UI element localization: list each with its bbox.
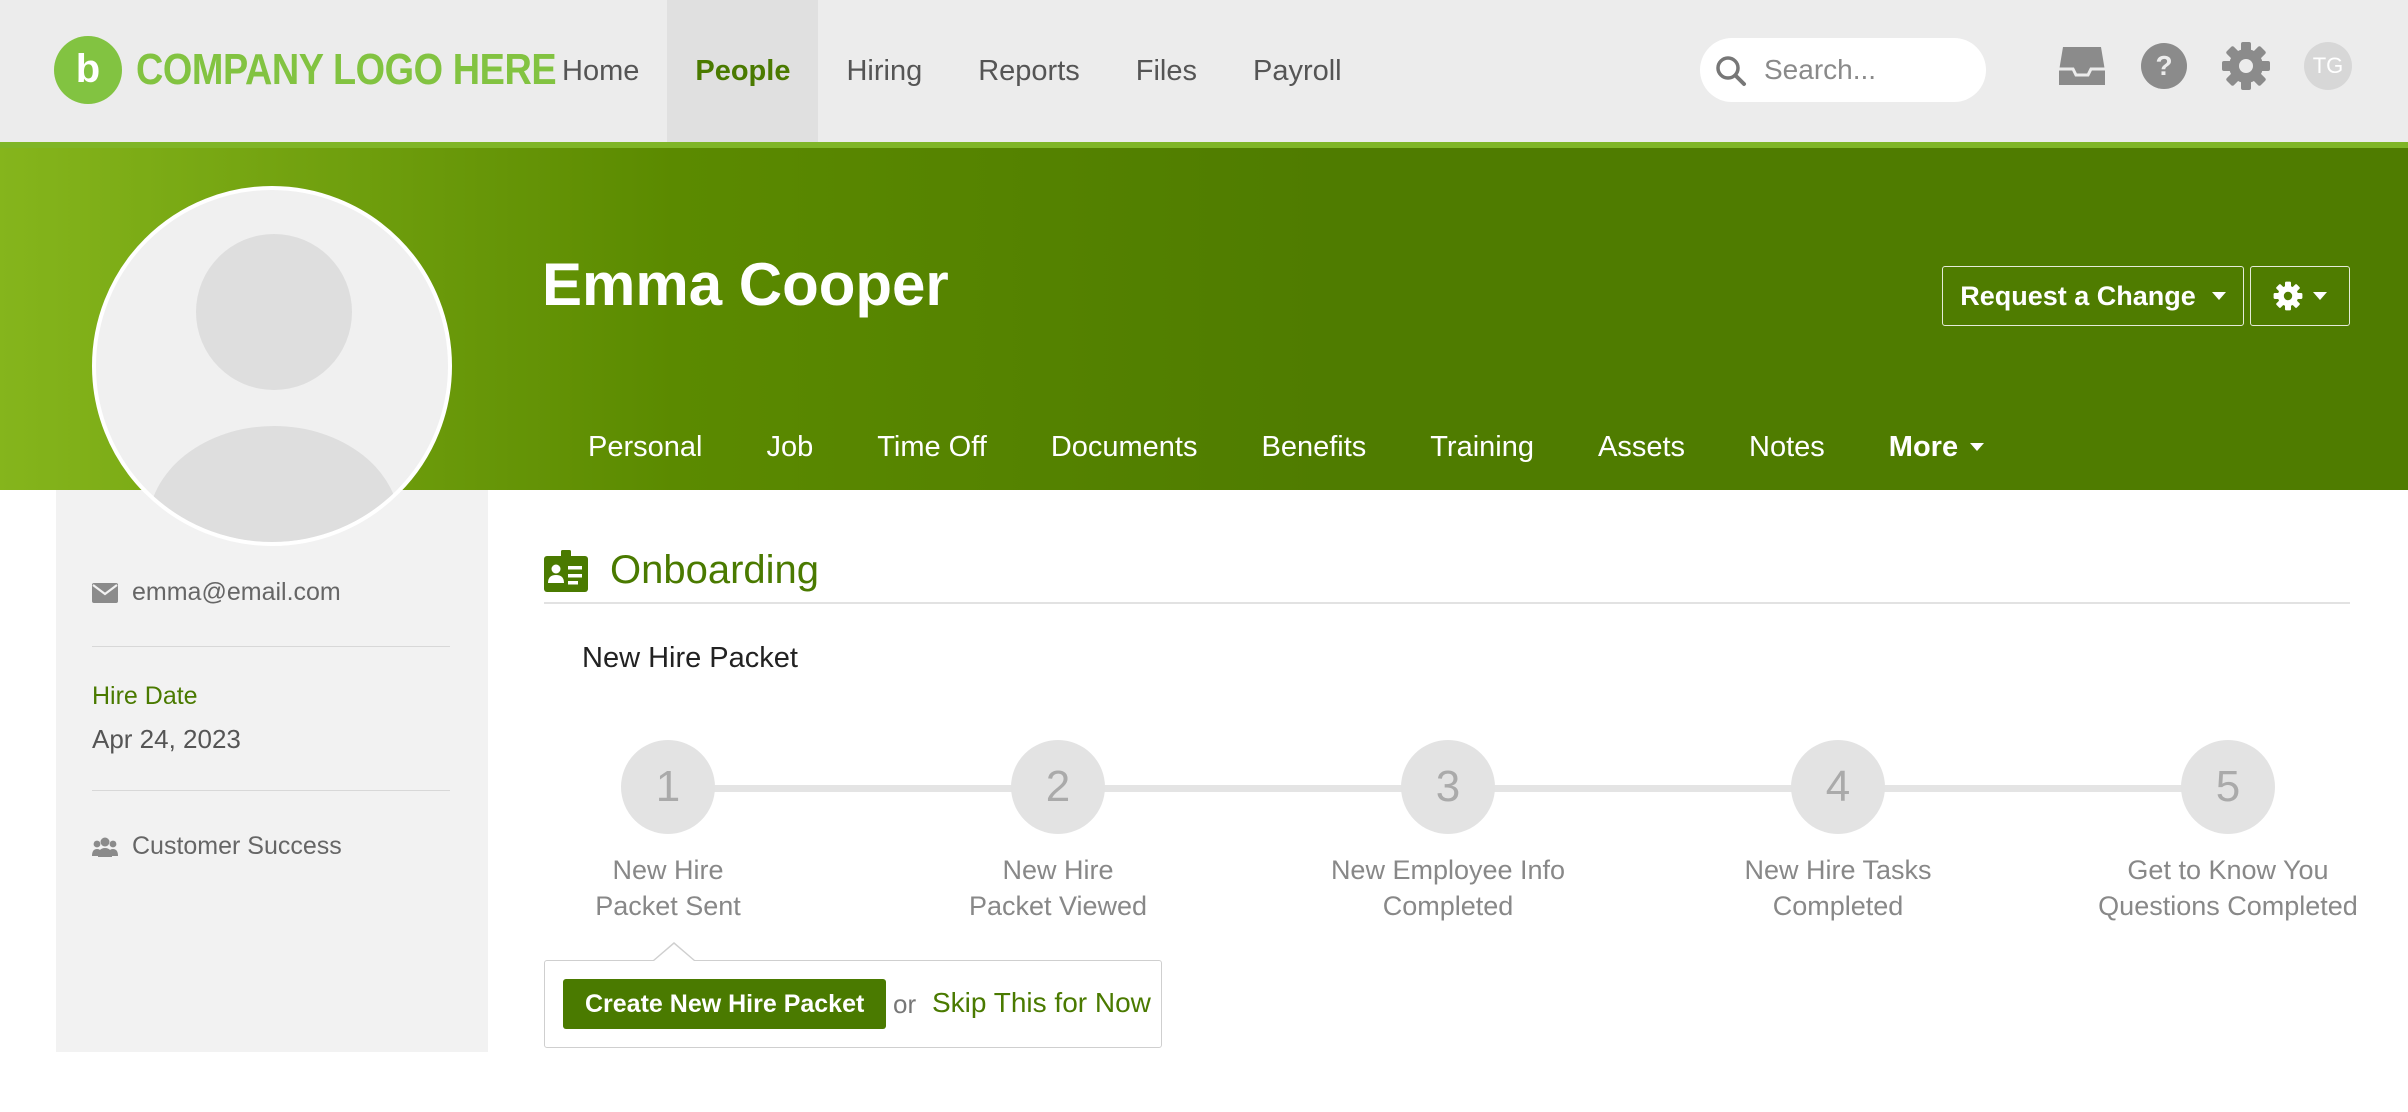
inbox-icon[interactable]	[2056, 40, 2108, 92]
step-3-label: New Employee Info Completed	[1308, 852, 1588, 924]
tab-more[interactable]: More	[1857, 420, 2016, 474]
logo-mark-glyph: b	[75, 47, 101, 91]
employee-photo-placeholder[interactable]	[92, 186, 452, 546]
step-5-label-line2: Questions Completed	[2098, 891, 2358, 921]
nav-home[interactable]: Home	[534, 0, 667, 142]
profile-tabs: Personal Job Time Off Documents Benefits…	[556, 420, 2016, 474]
department-row: Customer Success	[92, 832, 342, 861]
settings-gear-icon[interactable]	[2220, 40, 2272, 92]
id-badge-icon	[544, 549, 588, 592]
step-5-label-line1: Get to Know You	[2127, 855, 2329, 885]
step-1-label: New Hire Packet Sent	[528, 852, 808, 924]
sidebar-divider	[92, 790, 450, 791]
request-change-label: Request a Change	[1960, 280, 2196, 311]
tab-documents[interactable]: Documents	[1019, 420, 1230, 474]
step-4-label-line2: Completed	[1772, 891, 1904, 921]
or-text: or	[893, 989, 917, 1019]
tab-notes[interactable]: Notes	[1717, 420, 1857, 474]
svg-text:?: ?	[2155, 50, 2172, 81]
new-hire-packet-popover: Create New Hire Packet or Skip This for …	[544, 960, 1162, 1048]
step-3-label-line1: New Employee Info	[1330, 855, 1566, 885]
chevron-down-icon	[2313, 292, 2327, 300]
avatar-head-shape	[196, 234, 352, 390]
employee-sidebar: emma@email.com Hire Date Apr 24, 2023 Cu…	[56, 490, 488, 1052]
top-navigation-bar: b COMPANY LOGO HERE Home People Hiring R…	[0, 0, 2408, 142]
create-new-hire-packet-button[interactable]: Create New Hire Packet	[563, 979, 887, 1029]
nav-hiring[interactable]: Hiring	[818, 0, 950, 142]
profile-settings-button[interactable]	[2250, 266, 2350, 326]
step-1-circle: 1	[621, 740, 715, 834]
search-input[interactable]	[1762, 50, 1972, 90]
step-connector	[1494, 785, 1792, 792]
envelope-icon	[92, 582, 118, 603]
tab-more-label: More	[1888, 431, 1959, 463]
tab-job[interactable]: Job	[734, 420, 845, 474]
employee-email[interactable]: emma@email.com	[132, 578, 341, 607]
step-4-circle: 4	[1791, 740, 1885, 834]
step-4-label-line1: New Hire Tasks	[1744, 855, 1932, 885]
step-connector	[1104, 785, 1402, 792]
onboarding-title: Onboarding	[610, 548, 820, 592]
tab-assets[interactable]: Assets	[1566, 420, 1717, 474]
nav-payroll[interactable]: Payroll	[1225, 0, 1370, 142]
tab-personal[interactable]: Personal	[556, 420, 734, 474]
request-change-button[interactable]: Request a Change	[1942, 266, 2244, 326]
step-connector	[714, 785, 1012, 792]
step-5-circle: 5	[2181, 740, 2275, 834]
nav-people[interactable]: People	[667, 0, 819, 142]
onboarding-header: Onboarding	[544, 548, 819, 593]
step-3-label-line2: Completed	[1382, 891, 1514, 921]
step-2-label-line2: Packet Viewed	[968, 891, 1148, 921]
employee-name: Emma Cooper	[542, 251, 949, 318]
step-2-label-line1: New Hire	[1002, 855, 1114, 885]
sidebar-divider	[92, 646, 450, 647]
hire-date-value: Apr 24, 2023	[92, 724, 241, 754]
tab-benefits[interactable]: Benefits	[1229, 420, 1398, 474]
step-1-label-line1: New Hire	[612, 855, 724, 885]
new-hire-packet-title: New Hire Packet	[582, 642, 798, 674]
nav-reports[interactable]: Reports	[950, 0, 1108, 142]
step-1-label-line2: Packet Sent	[595, 891, 741, 921]
logo-text: COMPANY LOGO HERE	[136, 45, 557, 94]
people-group-icon	[92, 837, 118, 857]
step-5-label: Get to Know You Questions Completed	[2088, 852, 2368, 924]
help-icon[interactable]: ?	[2138, 40, 2190, 92]
section-divider	[544, 602, 2350, 604]
tab-training[interactable]: Training	[1398, 420, 1566, 474]
gear-icon	[2273, 281, 2303, 311]
step-3-circle: 3	[1401, 740, 1495, 834]
popover-arrow-fill	[654, 944, 694, 961]
email-row: emma@email.com	[92, 578, 341, 607]
step-2-circle: 2	[1011, 740, 1105, 834]
step-2-label: New Hire Packet Viewed	[918, 852, 1198, 924]
tab-time-off[interactable]: Time Off	[845, 420, 1019, 474]
chevron-down-icon	[2211, 292, 2226, 300]
user-avatar[interactable]: TG	[2304, 42, 2352, 90]
skip-for-now-link[interactable]: Skip This for Now	[932, 987, 1151, 1019]
chevron-down-icon	[1970, 443, 1985, 451]
main-nav: Home People Hiring Reports Files Payroll	[534, 0, 1370, 142]
hire-date-label: Hire Date	[92, 682, 198, 710]
step-connector	[1884, 785, 2182, 792]
logo-mark-icon: b	[54, 36, 122, 104]
search-box[interactable]	[1700, 38, 1986, 102]
search-icon	[1716, 56, 1746, 86]
step-4-label: New Hire Tasks Completed	[1698, 852, 1978, 924]
nav-files[interactable]: Files	[1108, 0, 1225, 142]
avatar-body-shape	[148, 426, 400, 542]
employee-department: Customer Success	[132, 832, 342, 860]
